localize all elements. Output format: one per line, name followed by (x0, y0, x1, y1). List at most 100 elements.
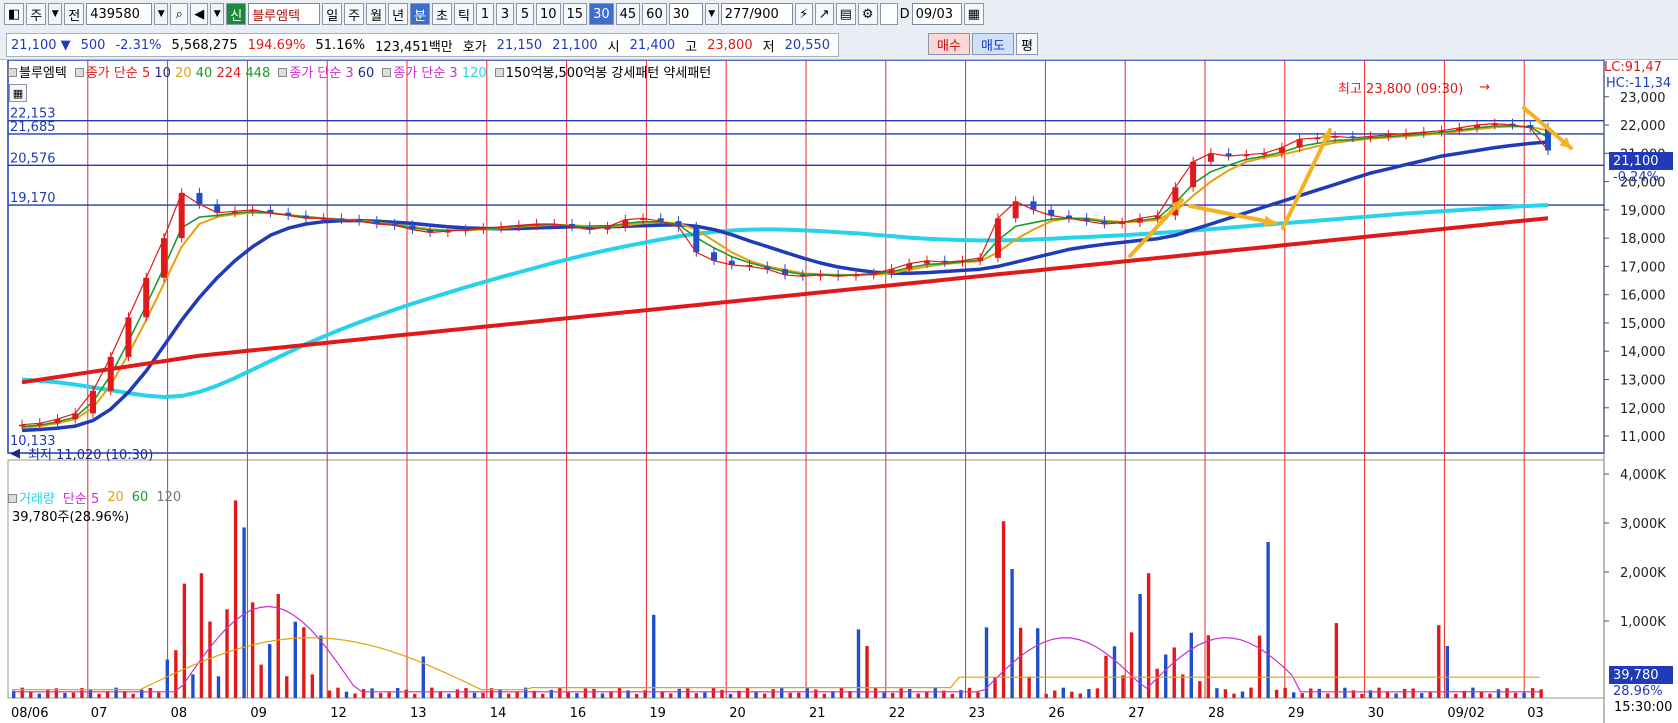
save-icon[interactable]: ▤ (835, 3, 856, 25)
chevron-down-icon[interactable]: ▼ (48, 3, 63, 25)
volume-bar (583, 688, 588, 698)
x-tick-label: 27 (1128, 706, 1145, 721)
minute-15-button[interactable]: 15 (562, 3, 588, 25)
level-label: 21,685 (10, 120, 56, 135)
chevron-down-icon[interactable]: ▼ (210, 3, 225, 25)
high-text: 최고 23,800 (09:30) (1338, 82, 1464, 97)
ma2-title: 종가 단순 3 (289, 66, 354, 81)
candle-icon[interactable]: ⚡ (794, 3, 813, 25)
period-tick-button[interactable]: 틱 (454, 3, 474, 25)
legend-item-pattern[interactable]: 150억봉,500억봉 강세패턴 약세패턴 (494, 62, 711, 81)
chart-settings-icon[interactable]: ◧ (4, 3, 25, 25)
chart-canvas[interactable]: 22,15321,68520,57619,17010,133 08/06 07 08… (0, 60, 1678, 723)
volume-bar (925, 691, 929, 698)
volume-bar (506, 693, 511, 698)
volume-bar (1129, 632, 1134, 698)
hoga-label: 호가 (462, 39, 487, 55)
high-price: 23,800 (707, 37, 753, 53)
volume-bar (378, 693, 383, 698)
volume-bar (600, 693, 605, 698)
period-second-button[interactable]: 초 (432, 3, 453, 25)
volume-bar (797, 692, 801, 698)
volume-bar (481, 692, 485, 698)
d-checkbox[interactable] (879, 3, 898, 25)
volume-bar (865, 646, 869, 698)
legend-item-ma1[interactable]: 종가 단순 5 10 20 40 224 448 (74, 62, 270, 81)
volume-bar (97, 693, 101, 698)
volume-bar (609, 691, 613, 698)
volume-bar (1010, 569, 1014, 698)
volume-bar (908, 689, 912, 698)
volume-bar (566, 692, 571, 698)
minute-45-button[interactable]: 45 (615, 3, 641, 25)
count-value: 277 (724, 6, 750, 22)
buy-button[interactable]: 매수 (928, 33, 970, 55)
volume-bar (225, 609, 229, 698)
volume-tick-label: 4,000K (1620, 468, 1666, 483)
count-field[interactable]: 277/900 (720, 3, 793, 25)
lc-text: LC:91,47 (1604, 60, 1662, 75)
volume-bar (575, 693, 579, 698)
legend-item-ma3[interactable]: 종가 단순 3 120 (382, 62, 487, 81)
interval-input[interactable]: 30 (668, 3, 703, 25)
volume-ratio: 194.69% (247, 37, 306, 53)
volume-bar (1471, 687, 1475, 698)
period-month-button[interactable]: 월 (366, 3, 387, 25)
eval-button[interactable]: 평 (1016, 33, 1038, 55)
legend-item-volume[interactable]: 거래량 (8, 488, 55, 507)
right-arrow-icon: → (1479, 80, 1491, 95)
speaker-icon[interactable]: ◀ (190, 3, 209, 25)
legend-item-name[interactable]: 블루엠텍 (8, 62, 67, 81)
time-label: 15:30:00 (1614, 700, 1672, 715)
volume-bar (677, 688, 681, 698)
volume-bar (652, 614, 656, 698)
volume-bar (293, 621, 297, 698)
minute-1-button[interactable]: 1 (475, 3, 494, 25)
period-type-select[interactable]: 주 (26, 3, 47, 25)
change-value: 500 (80, 37, 106, 53)
draw-line-icon[interactable]: ↗ (814, 3, 834, 25)
legend-item-ma2[interactable]: 종가 단순 3 60 (278, 62, 374, 81)
minute-30-button[interactable]: 30 (589, 3, 614, 25)
minute-10-button[interactable]: 10 (535, 3, 561, 25)
search-icon[interactable]: ⌕ (170, 3, 189, 25)
volume-bar (327, 690, 332, 698)
sell-button[interactable]: 매도 (972, 33, 1014, 55)
volume-bar (1198, 681, 1202, 698)
pattern-label-1: 150억봉,500억봉 (505, 66, 608, 81)
new-badge: 신 (226, 3, 247, 25)
volume-bar (686, 688, 690, 698)
volume-bar (430, 687, 434, 698)
volume-legend: 거래량 단순 5 20 60 120 (8, 488, 181, 507)
minute-5-button[interactable]: 5 (515, 3, 534, 25)
volume-bar (1326, 693, 1330, 698)
chevron-down-icon[interactable]: ▼ (154, 3, 169, 25)
count-total: /900 (749, 6, 779, 22)
chevron-down-icon[interactable]: ▼ (704, 3, 719, 25)
quote-bar: 21,100 ▼ 500 -2.31% 5,568,275 194.69% 51… (0, 30, 1678, 60)
volume-tick-label: 3,000K (1620, 517, 1666, 532)
volume-bar (472, 692, 477, 698)
period-week-button[interactable]: 주 (344, 3, 365, 25)
x-tick-label: 26 (1048, 706, 1065, 721)
stock-name-field[interactable]: 블루엠텍 (248, 3, 321, 25)
volume-bar (1044, 693, 1048, 698)
volume-bar (1445, 646, 1449, 698)
minute-3-button[interactable]: 3 (495, 3, 514, 25)
gear-icon[interactable]: ⚙ (857, 3, 878, 25)
minute-60-button[interactable]: 60 (642, 3, 667, 25)
volume-bar (370, 688, 374, 698)
period-year-button[interactable]: 년 (388, 3, 409, 25)
volume-bar (1036, 628, 1040, 698)
date-input[interactable]: 09/03 (911, 3, 962, 25)
period-minute-button[interactable]: 분 (410, 3, 431, 25)
x-tick-label: 13 (410, 706, 427, 721)
calendar-icon[interactable]: ▦ (963, 3, 984, 25)
volume-bar (1070, 691, 1074, 698)
volume-bar (1189, 632, 1193, 698)
stock-code-input[interactable]: 439580 (86, 3, 153, 25)
period-day-button[interactable]: 일 (322, 3, 343, 25)
table-icon[interactable]: ▦ (9, 84, 27, 102)
x-tick-label: 22 (889, 706, 906, 721)
prev-button[interactable]: 전 (64, 3, 85, 25)
